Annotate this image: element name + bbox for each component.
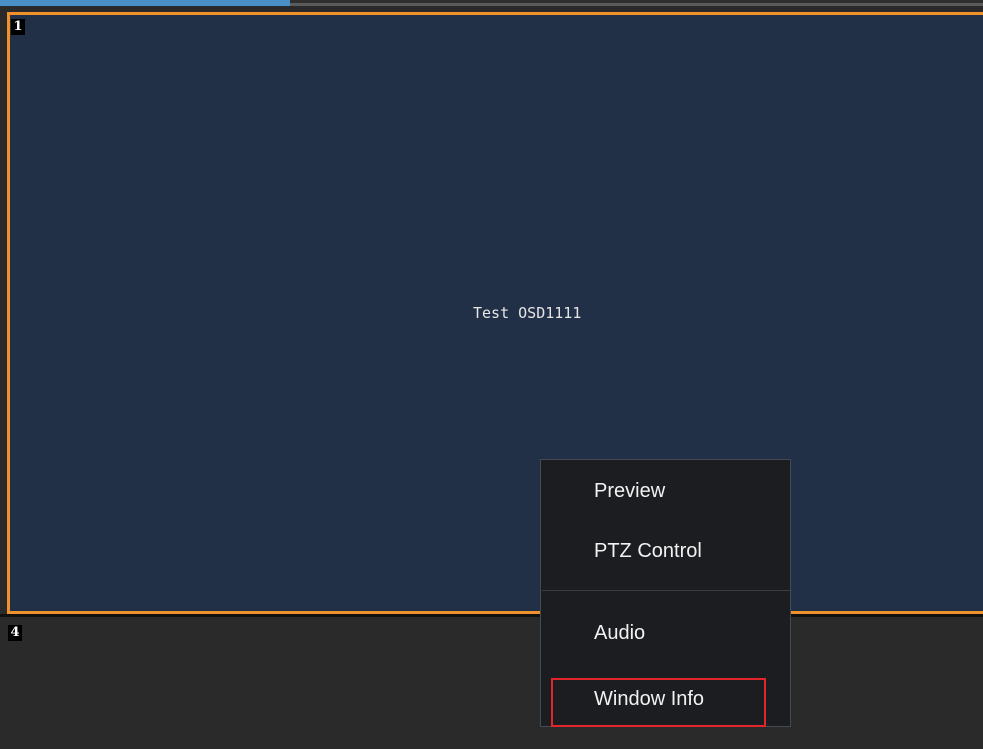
menu-item-label: PTZ Control: [594, 540, 702, 562]
menu-item-window-info[interactable]: Window Info: [551, 678, 766, 727]
top-strip: [0, 0, 983, 6]
menu-item-label: Preview: [594, 480, 666, 502]
menu-item-label: Window Info: [594, 688, 705, 710]
video-pane-1[interactable]: 1 Test OSD1111: [7, 12, 983, 614]
top-strip-line: [290, 3, 983, 6]
menu-item-preview[interactable]: Preview: [541, 480, 790, 510]
top-strip-accent: [0, 0, 290, 6]
menu-separator: [542, 590, 790, 591]
menu-item-label: Audio: [594, 622, 646, 644]
menu-item-audio[interactable]: Audio: [541, 622, 790, 652]
menu-item-ptz-control[interactable]: PTZ Control: [541, 540, 790, 570]
context-menu: Preview PTZ Control Audio Window Info: [540, 459, 791, 727]
pane-number-badge: 4: [8, 625, 22, 641]
pane-number-badge: 1: [11, 19, 25, 35]
video-wall-view: 1 Test OSD1111 4 Preview PTZ Control Aud…: [0, 0, 983, 749]
osd-text: Test OSD1111: [473, 304, 582, 322]
video-pane-4[interactable]: 4: [7, 617, 983, 749]
